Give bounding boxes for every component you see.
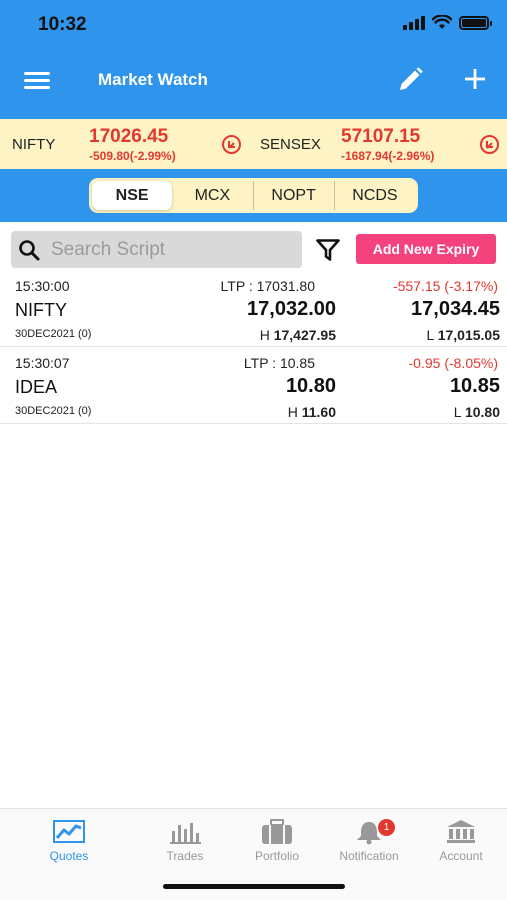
quote-low-value: 17,015.05 bbox=[437, 327, 500, 343]
search-input[interactable] bbox=[51, 231, 296, 268]
quote-bid: 10.80 bbox=[285, 375, 336, 397]
chart-line-icon bbox=[53, 820, 85, 843]
bank-icon bbox=[447, 820, 475, 843]
filter-icon[interactable] bbox=[316, 239, 340, 261]
segment-nse[interactable]: NSE bbox=[92, 181, 173, 210]
exchange-segment-control: NSE MCX NOPT NCDS bbox=[89, 178, 418, 213]
edit-icon[interactable] bbox=[396, 66, 424, 94]
tab-label: Quotes bbox=[49, 849, 89, 863]
quote-high-label: H bbox=[287, 404, 298, 420]
segment-mcx[interactable]: MCX bbox=[172, 181, 252, 210]
status-time: 10:32 bbox=[38, 14, 87, 35]
tab-label: Notification bbox=[339, 849, 399, 863]
tab-label: Portfolio bbox=[254, 849, 300, 863]
add-icon[interactable] bbox=[460, 64, 490, 94]
segment-ncds[interactable]: NCDS bbox=[333, 181, 415, 210]
quote-high-label: H bbox=[259, 327, 270, 343]
ticker-price-nifty: 17026.45 bbox=[89, 126, 169, 147]
index-ticker: NIFTY 17026.45 -509.80(-2.99%) SENSEX 57… bbox=[0, 119, 507, 169]
quote-expiry: 30DEC2021 (0) bbox=[15, 405, 92, 417]
page-title: Market Watch bbox=[98, 70, 208, 89]
tab-label: Account bbox=[439, 849, 483, 863]
quote-high: H 17,427.95 bbox=[260, 327, 336, 343]
wifi-icon bbox=[432, 15, 452, 29]
status-icons bbox=[403, 15, 492, 30]
quote-symbol: NIFTY bbox=[15, 300, 67, 320]
quote-ltp: LTP : 17031.80 bbox=[220, 278, 315, 294]
search-box[interactable] bbox=[11, 231, 302, 268]
quote-expiry: 30DEC2021 (0) bbox=[15, 328, 92, 340]
quote-low-value: 10.80 bbox=[464, 404, 500, 420]
quote-ask: 10.85 bbox=[449, 375, 500, 397]
ticker-name-nifty: NIFTY bbox=[12, 136, 56, 153]
watchlist-content: Add New Expiry 15:30:00 LTP : 17031.80 -… bbox=[0, 222, 507, 808]
quote-high-value: 17,427.95 bbox=[273, 327, 336, 343]
menu-icon[interactable] bbox=[24, 70, 52, 90]
quote-high-value: 11.60 bbox=[301, 404, 336, 420]
quote-time: 15:30:00 bbox=[15, 278, 70, 294]
signal-icon bbox=[403, 15, 425, 30]
quote-ask: 17,034.45 bbox=[411, 298, 500, 320]
bar-chart-icon bbox=[170, 823, 201, 844]
notification-badge: 1 bbox=[378, 819, 395, 836]
quote-row-idea[interactable]: 15:30:07 LTP : 10.85 -0.95 (-8.05%) IDEA… bbox=[0, 349, 507, 424]
ticker-change-nifty: -509.80(-2.99%) bbox=[89, 149, 176, 163]
tab-account[interactable]: Account bbox=[415, 819, 507, 869]
add-new-expiry-button[interactable]: Add New Expiry bbox=[356, 234, 496, 264]
segment-nopt[interactable]: NOPT bbox=[252, 181, 334, 210]
tab-portfolio[interactable]: Portfolio bbox=[231, 819, 323, 869]
tab-trades[interactable]: Trades bbox=[139, 819, 231, 869]
quote-time: 15:30:07 bbox=[15, 355, 70, 371]
down-arrow-circle-icon bbox=[222, 135, 241, 154]
quote-high: H 11.60 bbox=[288, 404, 336, 420]
segment-bar: NSE MCX NOPT NCDS bbox=[0, 169, 507, 222]
quote-row-nifty[interactable]: 15:30:00 LTP : 17031.80 -557.15 (-3.17%)… bbox=[0, 272, 507, 347]
tab-quotes[interactable]: Quotes bbox=[23, 819, 115, 869]
quote-low-label: L bbox=[426, 327, 434, 343]
app-header: 10:32 Market Watch bbox=[0, 0, 507, 119]
search-icon bbox=[19, 240, 40, 261]
quote-low: L 17,015.05 bbox=[427, 327, 500, 343]
ticker-change-sensex: -1687.94(-2.96%) bbox=[341, 149, 435, 163]
battery-icon bbox=[459, 15, 492, 30]
quote-ltp: LTP : 10.85 bbox=[243, 355, 315, 371]
quote-symbol: IDEA bbox=[15, 377, 58, 397]
quote-bid: 17,032.00 bbox=[247, 298, 336, 320]
quote-change: -557.15 (-3.17%) bbox=[392, 278, 498, 294]
briefcase-icon bbox=[262, 819, 292, 844]
down-arrow-circle-icon bbox=[480, 135, 499, 154]
tab-notification[interactable]: 1 Notification bbox=[323, 819, 415, 869]
home-indicator bbox=[163, 884, 345, 889]
ticker-name-sensex: SENSEX bbox=[260, 136, 321, 153]
quote-low-label: L bbox=[453, 404, 462, 420]
quote-change: -0.95 (-8.05%) bbox=[408, 355, 498, 371]
tab-label: Trades bbox=[166, 849, 204, 863]
ticker-price-sensex: 57107.15 bbox=[341, 126, 421, 147]
quote-low: L 10.80 bbox=[454, 404, 500, 420]
